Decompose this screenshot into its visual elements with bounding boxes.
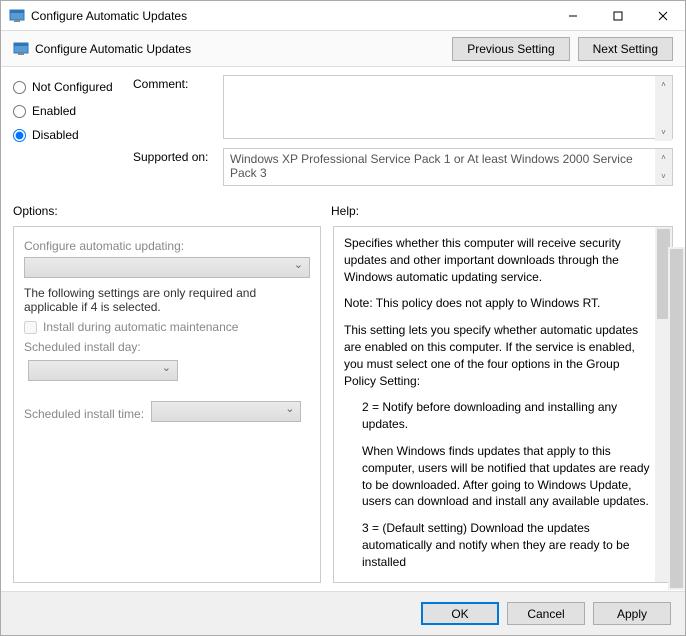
scheduled-time-label: Scheduled install time:	[24, 407, 144, 421]
cancel-button[interactable]: Cancel	[507, 602, 585, 625]
help-section-label: Help:	[331, 204, 359, 218]
supported-on-value: Windows XP Professional Service Pack 1 o…	[223, 148, 673, 186]
radio-enabled-input[interactable]	[13, 105, 26, 118]
install-maintenance-label: Install during automatic maintenance	[43, 320, 238, 334]
meta-column: Comment: ˄˅ Supported on: Windows XP Pro…	[133, 75, 673, 192]
radio-not-configured-label: Not Configured	[32, 80, 113, 94]
scroll-up-icon[interactable]: ˄	[655, 76, 672, 93]
radio-disabled[interactable]: Disabled	[13, 123, 133, 147]
state-radio-group: Not Configured Enabled Disabled	[13, 75, 133, 192]
help-text: This setting lets you specify whether au…	[344, 322, 652, 389]
scheduled-day-label: Scheduled install day:	[24, 340, 310, 354]
radio-enabled[interactable]: Enabled	[13, 99, 133, 123]
maximize-button[interactable]	[595, 1, 640, 30]
comment-scrollbar[interactable]: ˄˅	[655, 76, 672, 141]
radio-not-configured-input[interactable]	[13, 81, 26, 94]
configure-updating-combo[interactable]	[24, 257, 310, 278]
comment-textarea[interactable]	[223, 75, 673, 139]
help-text: Specifies whether this computer will rec…	[344, 235, 652, 285]
window-scrollbar[interactable]	[668, 247, 685, 590]
help-text: Note: This policy does not apply to Wind…	[344, 295, 652, 312]
close-button[interactable]	[640, 1, 685, 30]
supported-scrollbar[interactable]: ˄˅	[655, 149, 672, 185]
radio-not-configured[interactable]: Not Configured	[13, 75, 133, 99]
app-icon	[9, 8, 25, 24]
radio-disabled-label: Disabled	[32, 128, 79, 142]
install-maintenance-check[interactable]: Install during automatic maintenance	[24, 320, 310, 334]
help-text: 2 = Notify before downloading and instal…	[344, 399, 652, 433]
help-panel: Specifies whether this computer will rec…	[333, 226, 673, 583]
previous-setting-button[interactable]: Previous Setting	[452, 37, 569, 61]
scheduled-day-combo[interactable]	[28, 360, 178, 381]
titlebar: Configure Automatic Updates	[1, 1, 685, 31]
footer: OK Cancel Apply	[1, 591, 685, 635]
scheduled-time-combo[interactable]	[151, 401, 301, 422]
options-note: The following settings are only required…	[24, 286, 310, 314]
supported-on-label: Supported on:	[133, 148, 223, 186]
help-text: Windows finds updates that apply to the …	[344, 581, 652, 583]
section-labels: Options: Help:	[1, 200, 685, 222]
minimize-button[interactable]	[550, 1, 595, 30]
comment-label: Comment:	[133, 75, 223, 142]
scroll-up-icon[interactable]: ˄	[655, 149, 672, 166]
scroll-down-icon[interactable]: ˅	[655, 168, 672, 185]
install-maintenance-checkbox[interactable]	[24, 321, 37, 334]
radio-enabled-label: Enabled	[32, 104, 76, 118]
window-scroll-thumb[interactable]	[670, 249, 683, 588]
help-text: When Windows finds updates that apply to…	[344, 443, 652, 510]
apply-button[interactable]: Apply	[593, 602, 671, 625]
help-text: 3 = (Default setting) Download the updat…	[344, 520, 652, 570]
radio-disabled-input[interactable]	[13, 129, 26, 142]
next-setting-button[interactable]: Next Setting	[578, 37, 673, 61]
options-panel: Configure automatic updating: The follow…	[13, 226, 321, 583]
header-strip: Configure Automatic Updates Previous Set…	[1, 31, 685, 67]
ok-button[interactable]: OK	[421, 602, 499, 625]
policy-title: Configure Automatic Updates	[35, 42, 444, 56]
upper-area: Not Configured Enabled Disabled Comment:…	[1, 67, 685, 200]
scroll-down-icon[interactable]: ˅	[655, 124, 672, 141]
configure-updating-label: Configure automatic updating:	[24, 239, 310, 253]
panels-row: Configure automatic updating: The follow…	[1, 222, 685, 591]
options-section-label: Options:	[13, 204, 331, 218]
window-title: Configure Automatic Updates	[31, 9, 550, 23]
policy-icon	[13, 41, 29, 57]
